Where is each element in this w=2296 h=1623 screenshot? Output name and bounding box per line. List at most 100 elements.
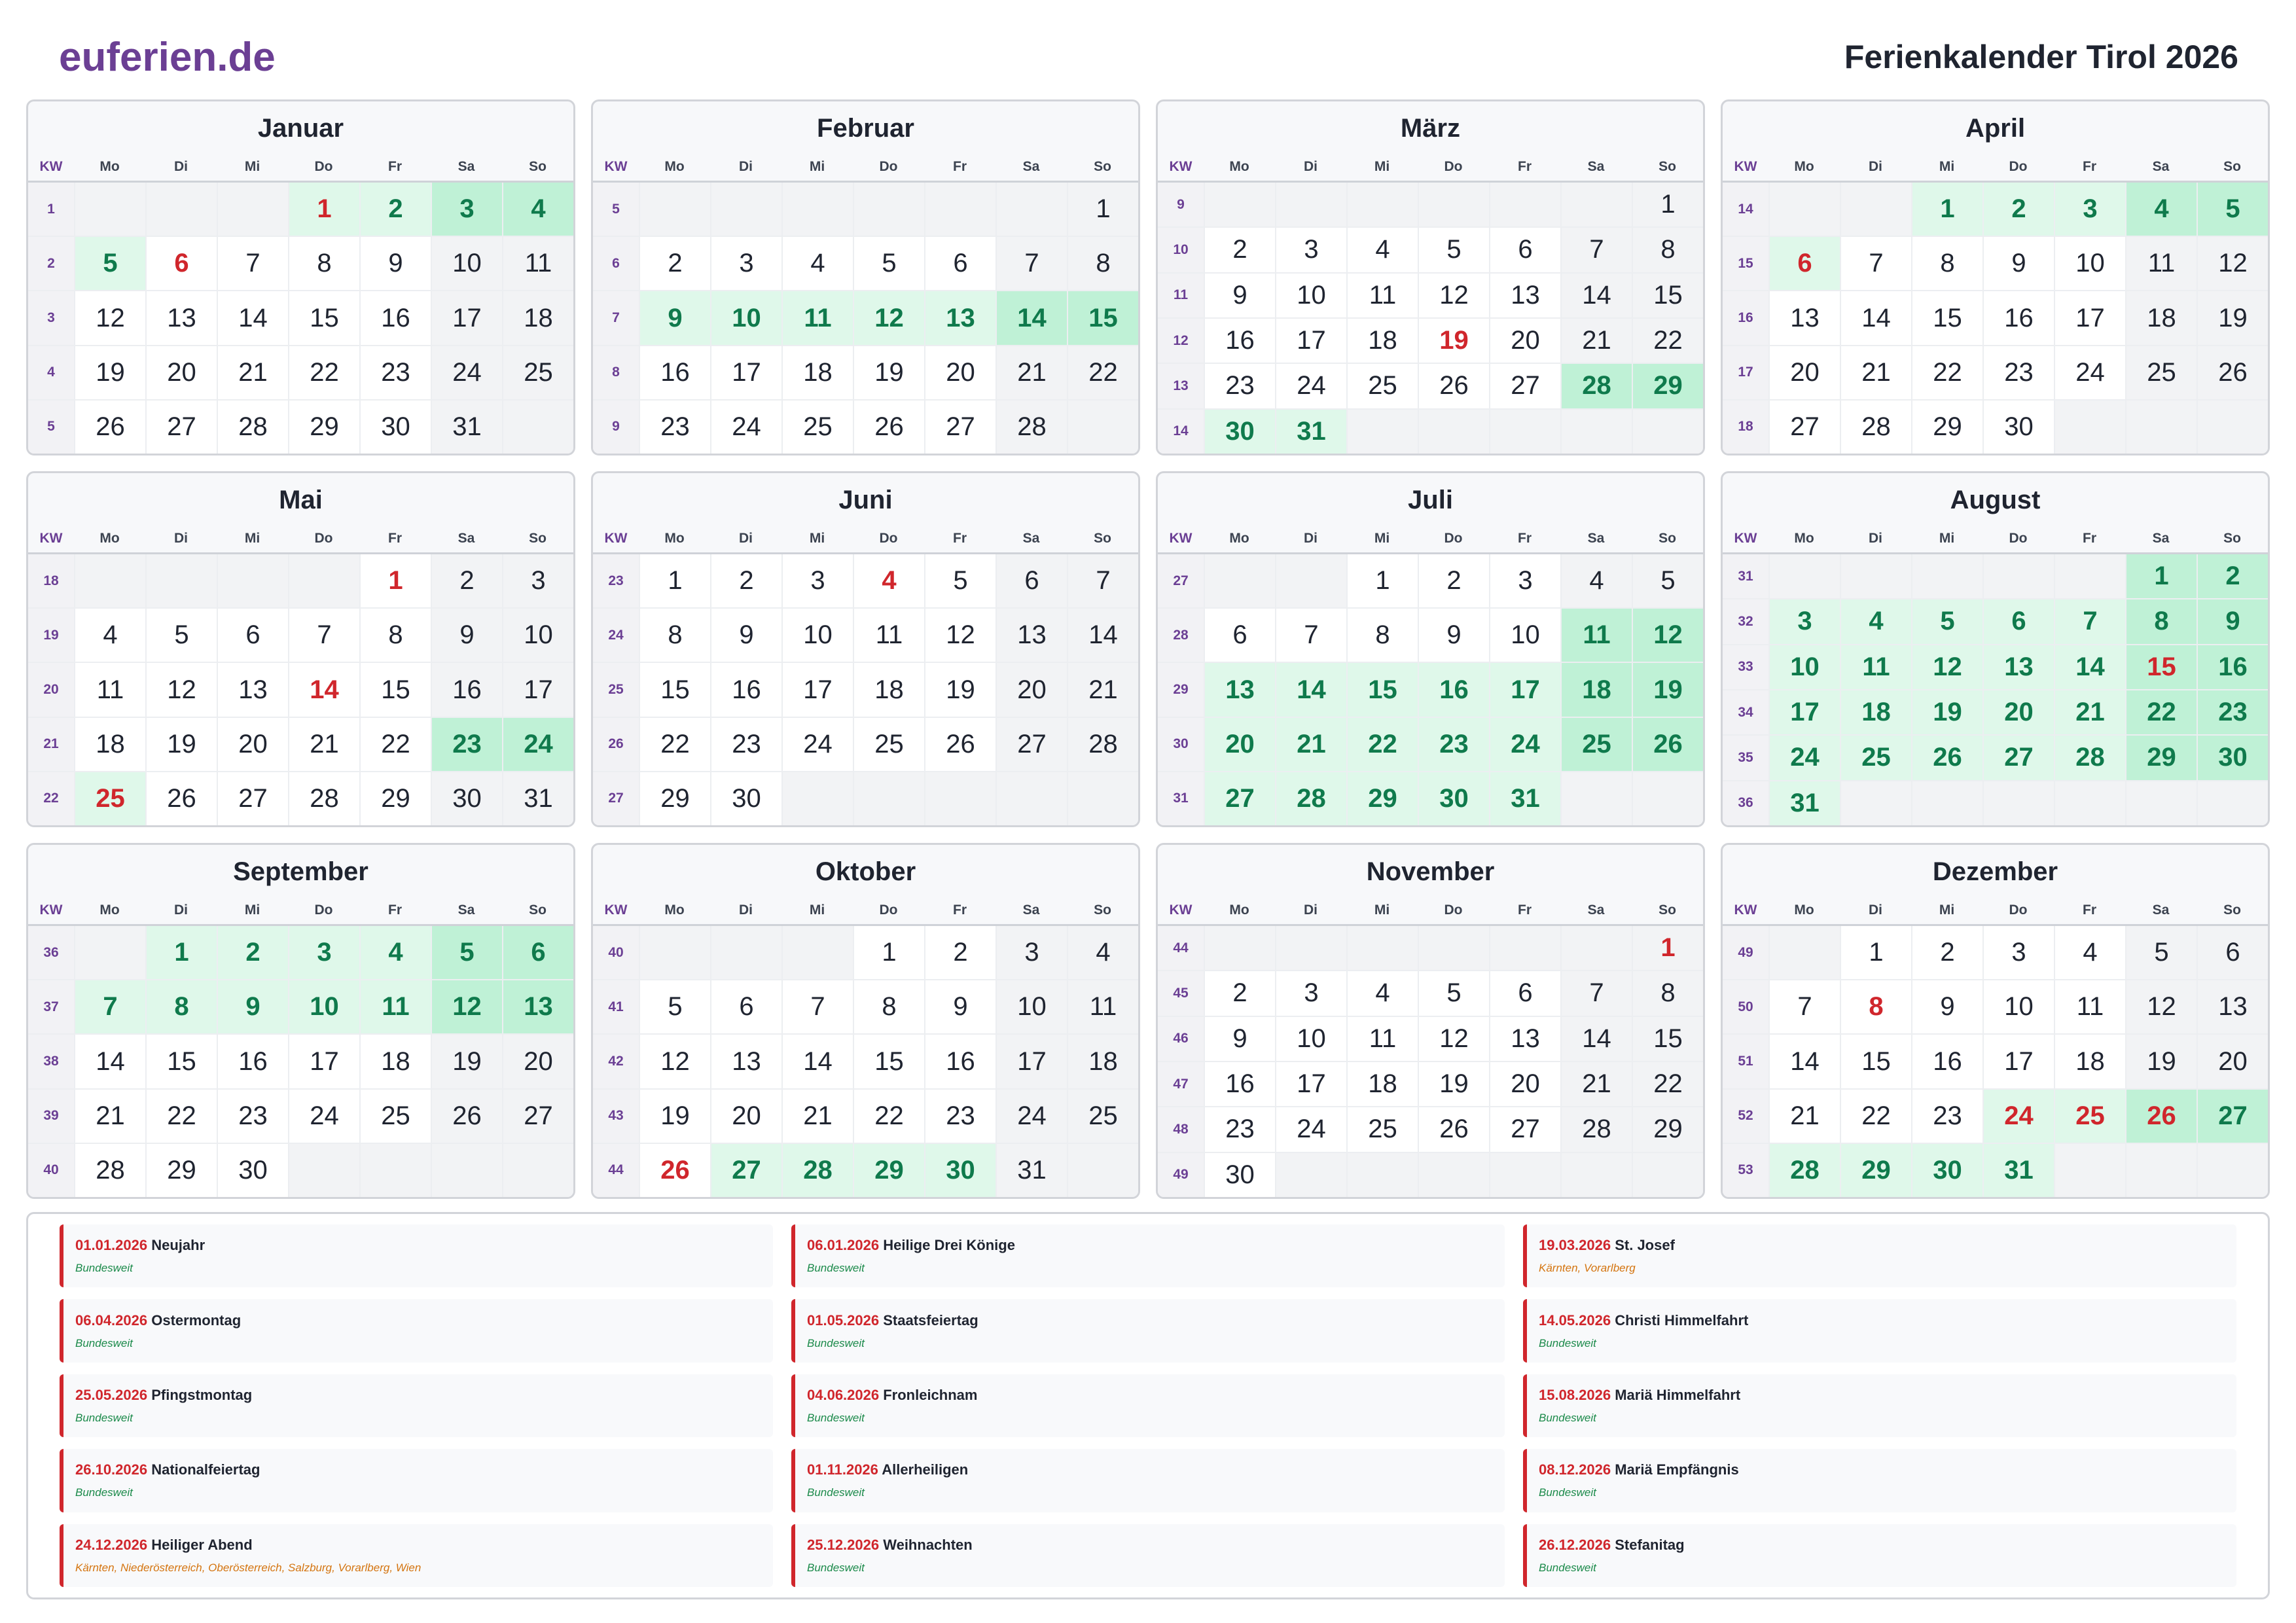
day-cell[interactable]: 30	[1911, 1143, 1982, 1197]
day-cell[interactable]: 1	[288, 183, 359, 236]
day-cell[interactable]: 13	[1489, 1016, 1560, 1061]
day-cell[interactable]: 9	[710, 609, 781, 662]
day-cell[interactable]: 9	[1911, 980, 1982, 1034]
day-cell[interactable]: 21	[996, 346, 1067, 399]
day-cell[interactable]: 26	[2197, 346, 2268, 399]
day-cell[interactable]: 27	[710, 1143, 781, 1197]
day-cell[interactable]: 4	[1067, 926, 1138, 980]
day-cell[interactable]: 24	[1275, 1107, 1346, 1152]
day-cell[interactable]: 26	[853, 400, 924, 454]
day-cell[interactable]: 29	[1840, 1143, 1911, 1197]
day-cell[interactable]: 8	[1346, 609, 1418, 662]
day-cell[interactable]: 22	[288, 346, 359, 399]
day-cell[interactable]: 5	[924, 554, 996, 608]
day-cell[interactable]: 11	[2054, 980, 2125, 1034]
day-cell[interactable]: 21	[1560, 1061, 1632, 1107]
day-cell[interactable]: 29	[2125, 736, 2197, 780]
day-cell[interactable]: 14	[1768, 1035, 1840, 1088]
day-cell[interactable]: 30	[217, 1143, 288, 1197]
day-cell[interactable]: 10	[781, 609, 853, 662]
day-cell[interactable]: 16	[1982, 291, 2054, 345]
day-cell[interactable]: 1	[1911, 183, 1982, 236]
day-cell[interactable]: 13	[1204, 663, 1275, 717]
day-cell[interactable]: 9	[1418, 609, 1489, 662]
day-cell[interactable]: 7	[1560, 228, 1632, 272]
day-cell[interactable]: 3	[1489, 554, 1560, 608]
day-cell[interactable]: 10	[1768, 645, 1840, 689]
day-cell[interactable]: 18	[74, 717, 145, 771]
day-cell[interactable]: 7	[74, 980, 145, 1034]
day-cell[interactable]: 3	[1982, 926, 2054, 980]
day-cell[interactable]: 28	[1768, 1143, 1840, 1197]
day-cell[interactable]: 17	[1275, 318, 1346, 363]
day-cell[interactable]: 27	[1489, 364, 1560, 408]
day-cell[interactable]: 14	[996, 291, 1067, 345]
day-cell[interactable]: 13	[502, 980, 573, 1034]
day-cell[interactable]: 2	[359, 183, 431, 236]
day-cell[interactable]: 22	[1067, 346, 1138, 399]
day-cell[interactable]: 5	[853, 237, 924, 291]
day-cell[interactable]: 18	[1346, 1061, 1418, 1107]
day-cell[interactable]: 29	[853, 1143, 924, 1197]
day-cell[interactable]: 28	[1560, 364, 1632, 408]
day-cell[interactable]: 19	[639, 1089, 710, 1143]
day-cell[interactable]: 6	[502, 926, 573, 980]
day-cell[interactable]: 19	[74, 346, 145, 399]
day-cell[interactable]: 28	[1275, 772, 1346, 825]
day-cell[interactable]: 17	[1982, 1035, 2054, 1088]
day-cell[interactable]: 22	[2125, 690, 2197, 735]
day-cell[interactable]: 25	[2125, 346, 2197, 399]
day-cell[interactable]: 17	[288, 1035, 359, 1088]
day-cell[interactable]: 28	[1067, 717, 1138, 771]
day-cell[interactable]: 26	[1632, 717, 1703, 771]
day-cell[interactable]: 11	[502, 237, 573, 291]
day-cell[interactable]: 27	[996, 717, 1067, 771]
day-cell[interactable]: 10	[1275, 1016, 1346, 1061]
day-cell[interactable]: 25	[1067, 1089, 1138, 1143]
day-cell[interactable]: 5	[1418, 971, 1489, 1016]
day-cell[interactable]: 29	[288, 400, 359, 454]
day-cell[interactable]: 17	[2054, 291, 2125, 345]
day-cell[interactable]: 24	[781, 717, 853, 771]
day-cell[interactable]: 5	[2197, 183, 2268, 236]
day-cell[interactable]: 18	[1560, 663, 1632, 717]
day-cell[interactable]: 12	[639, 1035, 710, 1088]
day-cell[interactable]: 7	[1067, 554, 1138, 608]
day-cell[interactable]: 16	[924, 1035, 996, 1088]
day-cell[interactable]: 15	[1632, 1016, 1703, 1061]
day-cell[interactable]: 19	[431, 1035, 502, 1088]
day-cell[interactable]: 9	[639, 291, 710, 345]
day-cell[interactable]: 3	[996, 926, 1067, 980]
day-cell[interactable]: 12	[145, 663, 217, 717]
day-cell[interactable]: 8	[359, 609, 431, 662]
day-cell[interactable]: 9	[924, 980, 996, 1034]
day-cell[interactable]: 1	[639, 554, 710, 608]
day-cell[interactable]: 7	[288, 609, 359, 662]
day-cell[interactable]: 15	[359, 663, 431, 717]
day-cell[interactable]: 20	[1489, 1061, 1560, 1107]
day-cell[interactable]: 9	[217, 980, 288, 1034]
day-cell[interactable]: 4	[1840, 599, 1911, 644]
day-cell[interactable]: 17	[996, 1035, 1067, 1088]
day-cell[interactable]: 25	[2054, 1089, 2125, 1143]
day-cell[interactable]: 7	[996, 237, 1067, 291]
day-cell[interactable]: 26	[1418, 1107, 1489, 1152]
day-cell[interactable]: 3	[431, 183, 502, 236]
day-cell[interactable]: 30	[1204, 1152, 1275, 1197]
day-cell[interactable]: 14	[1275, 663, 1346, 717]
day-cell[interactable]: 12	[2197, 237, 2268, 291]
day-cell[interactable]: 31	[502, 772, 573, 825]
day-cell[interactable]: 18	[781, 346, 853, 399]
day-cell[interactable]: 5	[639, 980, 710, 1034]
day-cell[interactable]: 4	[1346, 971, 1418, 1016]
day-cell[interactable]: 28	[217, 400, 288, 454]
day-cell[interactable]: 14	[1067, 609, 1138, 662]
day-cell[interactable]: 17	[710, 346, 781, 399]
day-cell[interactable]: 1	[853, 926, 924, 980]
day-cell[interactable]: 17	[1489, 663, 1560, 717]
day-cell[interactable]: 2	[431, 554, 502, 608]
day-cell[interactable]: 9	[2197, 599, 2268, 644]
day-cell[interactable]: 25	[1840, 736, 1911, 780]
day-cell[interactable]: 6	[1768, 237, 1840, 291]
day-cell[interactable]: 12	[924, 609, 996, 662]
